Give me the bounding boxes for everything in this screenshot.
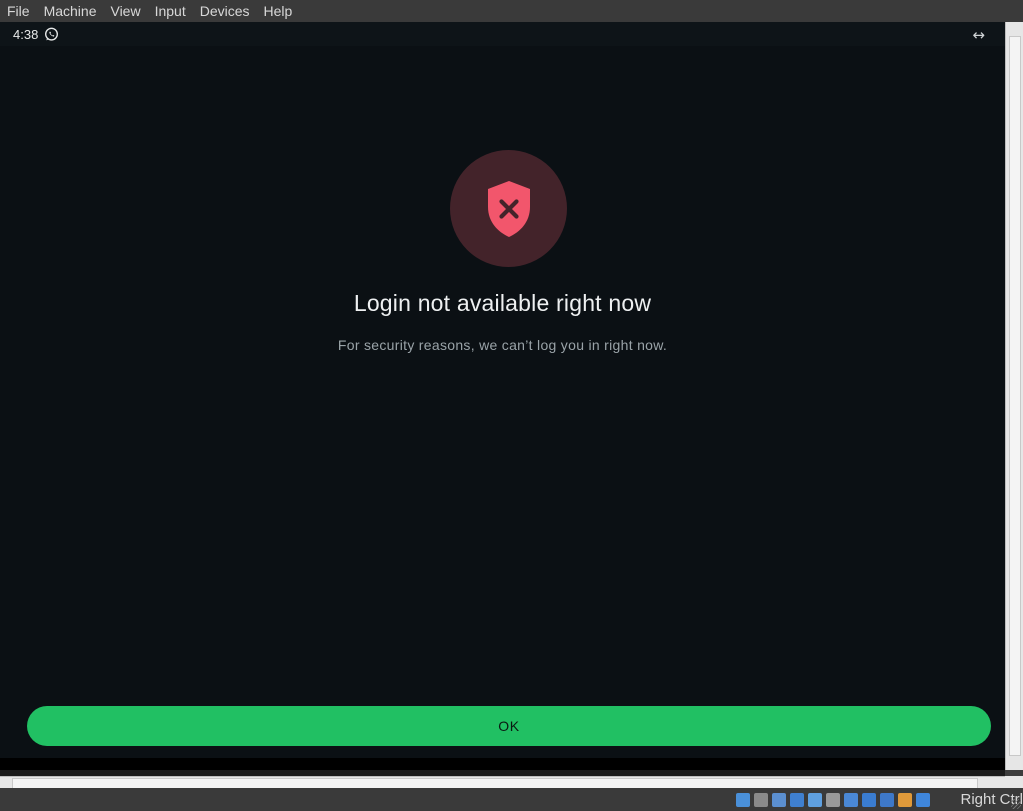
shared-folders-icon[interactable]: [826, 792, 841, 807]
host-status-bar: Right Ctrl: [0, 788, 1023, 811]
audio-icon[interactable]: [772, 792, 787, 807]
host-menu-bar: File Machine View Input Devices Help: [0, 0, 1023, 23]
security-alert-badge: [450, 150, 567, 267]
menu-file[interactable]: File: [0, 0, 37, 22]
vertical-scrollbar[interactable]: [1005, 22, 1023, 770]
vertical-scroll-thumb[interactable]: [1009, 36, 1021, 756]
optical-drive-icon[interactable]: [754, 792, 769, 807]
whatsapp-icon: [44, 27, 59, 42]
network-icon[interactable]: [790, 792, 805, 807]
hard-disk-icon[interactable]: [736, 792, 751, 807]
status-time: 4:38: [13, 26, 39, 42]
menu-help[interactable]: Help: [257, 0, 300, 22]
usb-icon[interactable]: [808, 792, 823, 807]
menu-view[interactable]: View: [103, 0, 147, 22]
android-status-bar: 4:38 ↔: [0, 22, 1005, 46]
keyboard-capture-icon[interactable]: [916, 792, 931, 807]
mouse-integration-icon[interactable]: [898, 792, 913, 807]
menu-machine[interactable]: Machine: [37, 0, 104, 22]
resize-grip-icon[interactable]: [1011, 799, 1021, 809]
scroll-corner: [1005, 776, 1023, 788]
ok-button[interactable]: OK: [27, 706, 991, 746]
display-icon[interactable]: [844, 792, 859, 807]
android-nav-bar: [0, 758, 1005, 770]
dialog-message: For security reasons, we can’t log you i…: [337, 337, 668, 353]
menu-input[interactable]: Input: [148, 0, 193, 22]
guest-screen: 4:38 ↔ Login not available right now For…: [0, 22, 1005, 770]
menu-devices[interactable]: Devices: [193, 0, 257, 22]
status-tray: [732, 792, 931, 807]
virtualization-icon[interactable]: [880, 792, 895, 807]
video-capture-icon[interactable]: [862, 792, 877, 807]
shield-x-icon: [487, 180, 530, 237]
dialog-title: Login not available right now: [353, 290, 652, 316]
resize-icon: ↔: [972, 26, 985, 44]
